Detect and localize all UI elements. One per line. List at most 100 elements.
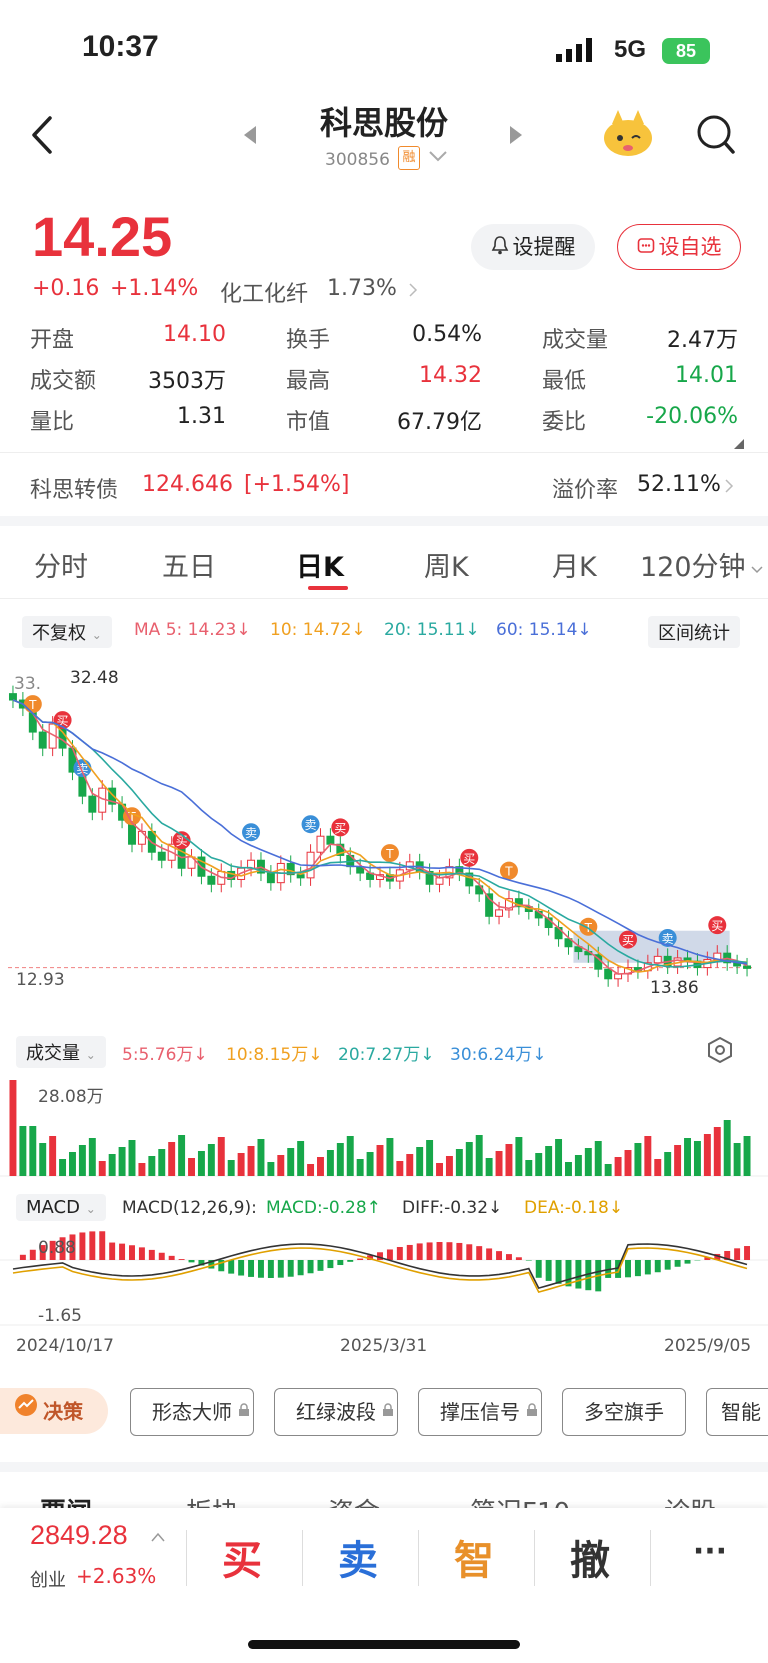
decision-icon (14, 1389, 38, 1435)
signal-text: 买 (176, 834, 188, 848)
more-button[interactable]: ··· (670, 1534, 750, 1569)
tool-pattern-master[interactable]: 形态大师 (130, 1388, 254, 1436)
margin-badge: 融 (398, 146, 420, 170)
kline-chart[interactable]: T买卖T买卖卖 买T 买TT买 卖买 (0, 660, 768, 1340)
expand-corner-icon[interactable] (734, 434, 744, 453)
macd-selector[interactable]: MACD ⌄ (16, 1194, 106, 1221)
sector-pct[interactable]: 1.73% (327, 276, 397, 301)
macd-bar (535, 1260, 542, 1278)
candle-body (743, 965, 752, 969)
volume-bar (247, 1146, 255, 1176)
chevron-down-icon[interactable] (428, 148, 448, 167)
macd-bar (327, 1260, 334, 1269)
macd-bar (664, 1260, 671, 1270)
volume-max-label: 28.08万 (38, 1087, 104, 1107)
chevron-up-icon[interactable] (150, 1528, 166, 1547)
buy-button[interactable]: 买 (202, 1528, 282, 1586)
volume-bar (19, 1126, 27, 1176)
volume-bar (59, 1159, 67, 1176)
macd-bar (19, 1254, 26, 1260)
network-type: 5G (614, 36, 647, 63)
volume-bar (664, 1152, 672, 1176)
tab-five-day[interactable]: 五日 (162, 545, 216, 584)
tool-support-signal[interactable]: 撑压信号 (418, 1388, 542, 1436)
chevron-right-icon[interactable] (724, 478, 734, 498)
bell-icon (491, 225, 509, 271)
diff-value: DIFF:-0.32↓ (402, 1198, 503, 1218)
tab-monthly-k[interactable]: 月K (552, 545, 597, 584)
tab-daily-k[interactable]: 日K (296, 545, 344, 584)
volume-bar (465, 1142, 473, 1176)
volume-bar (287, 1148, 295, 1176)
macd-bar (248, 1260, 255, 1277)
sell-button[interactable]: 卖 (318, 1528, 398, 1586)
candle-body (435, 877, 444, 885)
volume-bar (455, 1149, 463, 1176)
volume-bar (138, 1163, 146, 1176)
macd-params: MACD(12,26,9): (122, 1198, 257, 1218)
macd-bar (466, 1244, 473, 1260)
volume-bar (267, 1162, 275, 1176)
search-icon[interactable] (696, 114, 736, 160)
bottom-tab-f10[interactable]: 简况F10 (470, 1492, 570, 1508)
next-stock-icon[interactable] (508, 124, 524, 150)
tab-intraday[interactable]: 分时 (34, 545, 88, 584)
volume-bar (217, 1137, 225, 1176)
macd-bar (347, 1260, 354, 1262)
date-start: 2024/10/17 (16, 1336, 114, 1356)
volume-bar (555, 1139, 563, 1176)
decision-button[interactable]: 决策 (0, 1388, 108, 1434)
volume-bar (475, 1135, 483, 1176)
tool-bull-bear[interactable]: 多空旗手 (562, 1388, 686, 1436)
tab-120min[interactable]: 120分钟 (640, 545, 746, 584)
macd-bar (89, 1231, 96, 1260)
volume-bar (733, 1143, 741, 1176)
sector-name[interactable]: 化工化纤 (220, 276, 308, 308)
chevron-right-icon[interactable] (408, 282, 418, 302)
volume-selector[interactable]: 成交量 ⌄ (16, 1036, 106, 1068)
volume-bar (118, 1147, 126, 1176)
macd-bar (634, 1260, 641, 1277)
tool-smart[interactable]: 智能 (706, 1388, 768, 1436)
volume-bar (406, 1154, 414, 1176)
bond-name[interactable]: 科思转债 (30, 472, 118, 504)
bottom-tab-sector[interactable]: 板块 (186, 1492, 238, 1508)
volume-bar (545, 1146, 553, 1176)
candle-body (207, 875, 216, 885)
tab-weekly-k[interactable]: 周K (424, 545, 469, 584)
volume-bars (0, 1080, 768, 1177)
mascot-icon[interactable] (602, 108, 654, 162)
volume-bar (535, 1153, 543, 1176)
volume-bar (386, 1138, 394, 1176)
quote-value: 14.10 (163, 322, 226, 347)
index-value[interactable]: 2849.28 (30, 1520, 128, 1551)
volume-bar (197, 1151, 205, 1176)
settings-icon[interactable] (706, 1036, 734, 1068)
volume-bar (307, 1164, 315, 1176)
bottom-tab-diagnose[interactable]: 诊股 (664, 1492, 716, 1508)
range-stats-button[interactable]: 区间统计 (648, 616, 740, 648)
macd-bar (456, 1242, 463, 1260)
tool-label: 形态大师 (152, 1400, 232, 1424)
quote-value: 14.32 (419, 363, 482, 388)
volume-bar (326, 1150, 334, 1176)
volume-bar (743, 1136, 751, 1176)
macd-bar (29, 1249, 36, 1260)
price-change: +0.16 (32, 276, 100, 301)
quote-label: 成交量 (542, 328, 609, 353)
quote-label: 开盘 (30, 328, 75, 353)
adjust-selector[interactable]: 不复权 ⌄ (22, 616, 112, 648)
volume-bar (88, 1138, 96, 1176)
bottom-tab-news[interactable]: 要闻 (40, 1492, 92, 1508)
candle-body (316, 835, 325, 853)
smart-button[interactable]: 智 (434, 1528, 514, 1586)
set-alert-button[interactable]: 设提醒 (471, 224, 595, 270)
bottom-tab-fund[interactable]: 资金 (328, 1492, 380, 1508)
candle-body (604, 968, 613, 980)
chevron-down-icon[interactable] (750, 560, 764, 579)
volume-bar (713, 1127, 721, 1176)
tool-wave-band[interactable]: 红绿波段 (274, 1388, 398, 1436)
signal-text: 卖 (245, 826, 257, 840)
cancel-button[interactable]: 撤 (550, 1528, 630, 1586)
add-favorite-button[interactable]: 设自选 (617, 224, 741, 270)
